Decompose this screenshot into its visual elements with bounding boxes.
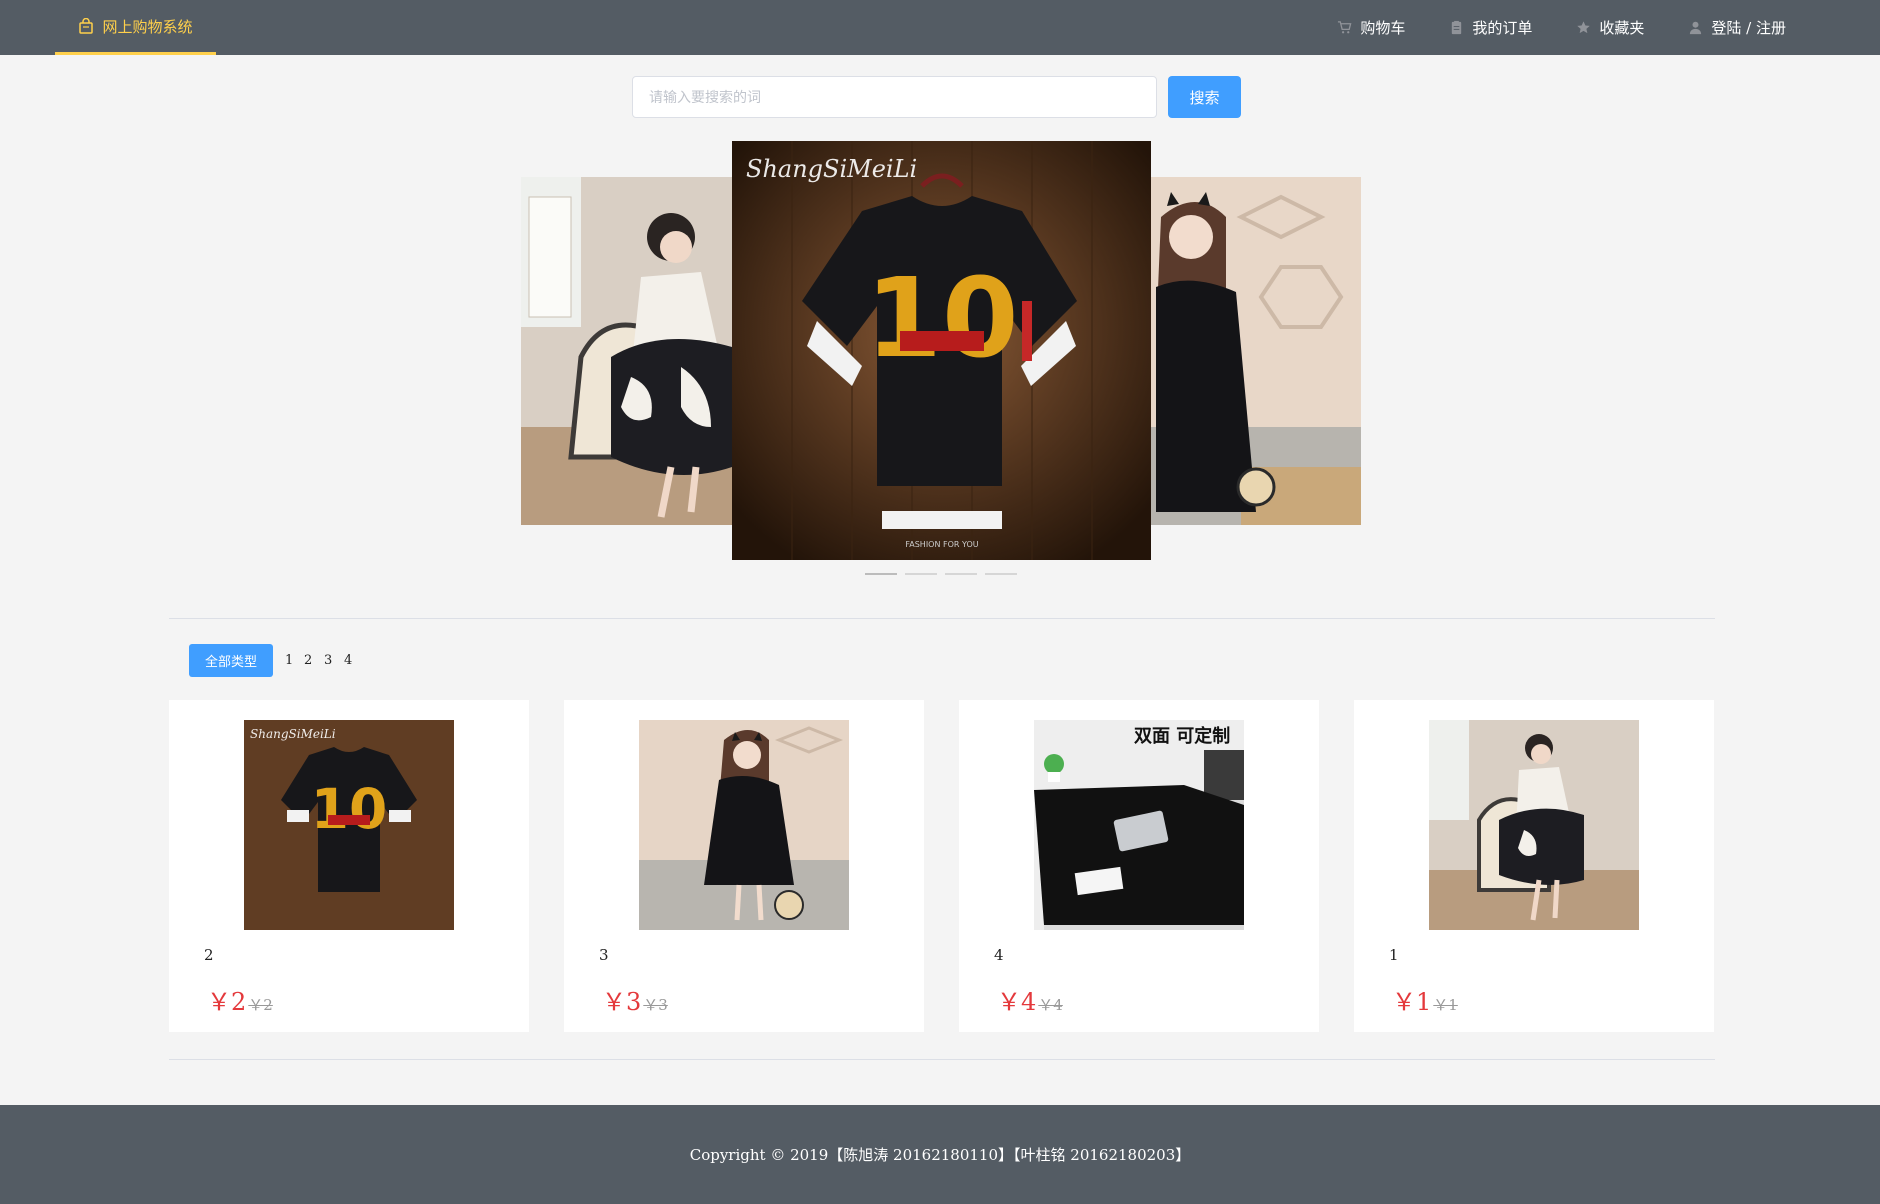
- desk-mat-photo: 双面 可定制: [1034, 720, 1244, 930]
- carousel-slide-prev[interactable]: [521, 177, 732, 525]
- nav-favorites-label: 收藏夹: [1599, 19, 1645, 37]
- brand-menu-item[interactable]: 网上购物系统: [55, 0, 216, 55]
- product-price: ￥2 ￥2: [207, 982, 273, 1017]
- nav-cart-label: 购物车: [1360, 19, 1406, 37]
- carousel-indicator[interactable]: [865, 573, 897, 575]
- product-price-value: ￥4: [997, 988, 1037, 1016]
- copyright-text: Copyright © 2019【陈旭涛 20162180110】【叶柱铭 20…: [689, 1146, 1191, 1164]
- order-icon: [1452, 20, 1462, 35]
- carousel-watermark: ShangSiMeiLi: [746, 155, 917, 183]
- product-image: [639, 720, 849, 930]
- search-input[interactable]: [632, 76, 1157, 118]
- product-image: [1429, 720, 1639, 930]
- top-nav-bar: 网上购物系统 购物车 我的订单 收藏夹 登陆 / 注册: [0, 0, 1880, 55]
- product-name: 3: [599, 946, 609, 964]
- category-item[interactable]: 1: [285, 644, 293, 677]
- product-image-caption: 双面 可定制: [1134, 725, 1230, 747]
- product-watermark: ShangSiMeiLi: [250, 727, 336, 741]
- product-old-price: ￥3: [643, 996, 668, 1014]
- product-old-price: ￥2: [248, 996, 273, 1014]
- product-old-price: ￥4: [1038, 996, 1063, 1014]
- nav-login[interactable]: 登陆 / 注册: [1666, 0, 1808, 55]
- nav-login-label: 登陆 / 注册: [1711, 19, 1786, 37]
- category-all-button[interactable]: 全部类型: [189, 644, 273, 677]
- carousel-indicators: [865, 573, 1017, 575]
- product-price-value: ￥1: [1392, 988, 1432, 1016]
- carousel-slide-active[interactable]: ShangSiMeiLi 10 FASHION FOR YOU: [732, 141, 1151, 560]
- main-nav: 购物车 我的订单 收藏夹 登陆 / 注册: [1315, 0, 1808, 55]
- divider-bottom: [169, 1059, 1715, 1060]
- svg-text:FASHION FOR YOU: FASHION FOR YOU: [905, 540, 978, 549]
- category-item[interactable]: 2: [304, 644, 312, 677]
- shopping-bag-icon: [79, 18, 94, 34]
- carousel-indicator[interactable]: [905, 573, 937, 575]
- product-old-price: ￥1: [1433, 996, 1458, 1014]
- svg-text:10: 10: [311, 777, 388, 841]
- divider-top: [169, 618, 1715, 619]
- product-card[interactable]: ShangSiMeiLi 10 2 ￥2 ￥2: [169, 700, 529, 1032]
- product-card[interactable]: 3 ￥3 ￥3: [564, 700, 924, 1032]
- svg-text:10: 10: [865, 254, 1018, 382]
- girl-black-dress-photo: [1151, 177, 1361, 525]
- carousel-slide-next[interactable]: [1151, 177, 1361, 525]
- cart-icon: [1338, 21, 1352, 34]
- product-name: 1: [1389, 946, 1399, 964]
- woman-in-chair-photo: [1429, 720, 1639, 930]
- user-icon: [1690, 21, 1702, 35]
- carousel-indicator[interactable]: [945, 573, 977, 575]
- star-icon: [1577, 21, 1591, 34]
- search-button[interactable]: 搜索: [1168, 76, 1241, 118]
- product-image: ShangSiMeiLi 10: [244, 720, 454, 930]
- nav-favorites[interactable]: 收藏夹: [1554, 0, 1666, 55]
- category-item[interactable]: 4: [344, 644, 352, 677]
- black-tshirt-photo: ShangSiMeiLi 10 FASHION FOR YOU: [732, 141, 1151, 560]
- product-name: 2: [204, 946, 214, 964]
- product-card[interactable]: 1 ￥1 ￥1: [1354, 700, 1714, 1032]
- woman-in-chair-photo: [521, 177, 732, 525]
- product-price: ￥3 ￥3: [602, 982, 668, 1017]
- product-image: 双面 可定制: [1034, 720, 1244, 930]
- product-price: ￥4 ￥4: [997, 982, 1063, 1017]
- category-item[interactable]: 3: [324, 644, 332, 677]
- girl-black-dress-photo: [639, 720, 849, 930]
- carousel-indicator[interactable]: [985, 573, 1017, 575]
- footer: Copyright © 2019【陈旭涛 20162180110】【叶柱铭 20…: [0, 1105, 1880, 1204]
- product-card[interactable]: 双面 可定制 4 ￥4 ￥4: [959, 700, 1319, 1032]
- nav-cart[interactable]: 购物车: [1315, 0, 1427, 55]
- product-price-value: ￥3: [602, 988, 642, 1016]
- brand-label: 网上购物系统: [102, 17, 193, 36]
- black-tshirt-photo: ShangSiMeiLi 10: [244, 720, 454, 930]
- nav-orders-label: 我的订单: [1472, 19, 1533, 37]
- product-name: 4: [994, 946, 1004, 964]
- product-price: ￥1 ￥1: [1392, 982, 1458, 1017]
- product-price-value: ￥2: [207, 988, 247, 1016]
- nav-orders[interactable]: 我的订单: [1427, 0, 1554, 55]
